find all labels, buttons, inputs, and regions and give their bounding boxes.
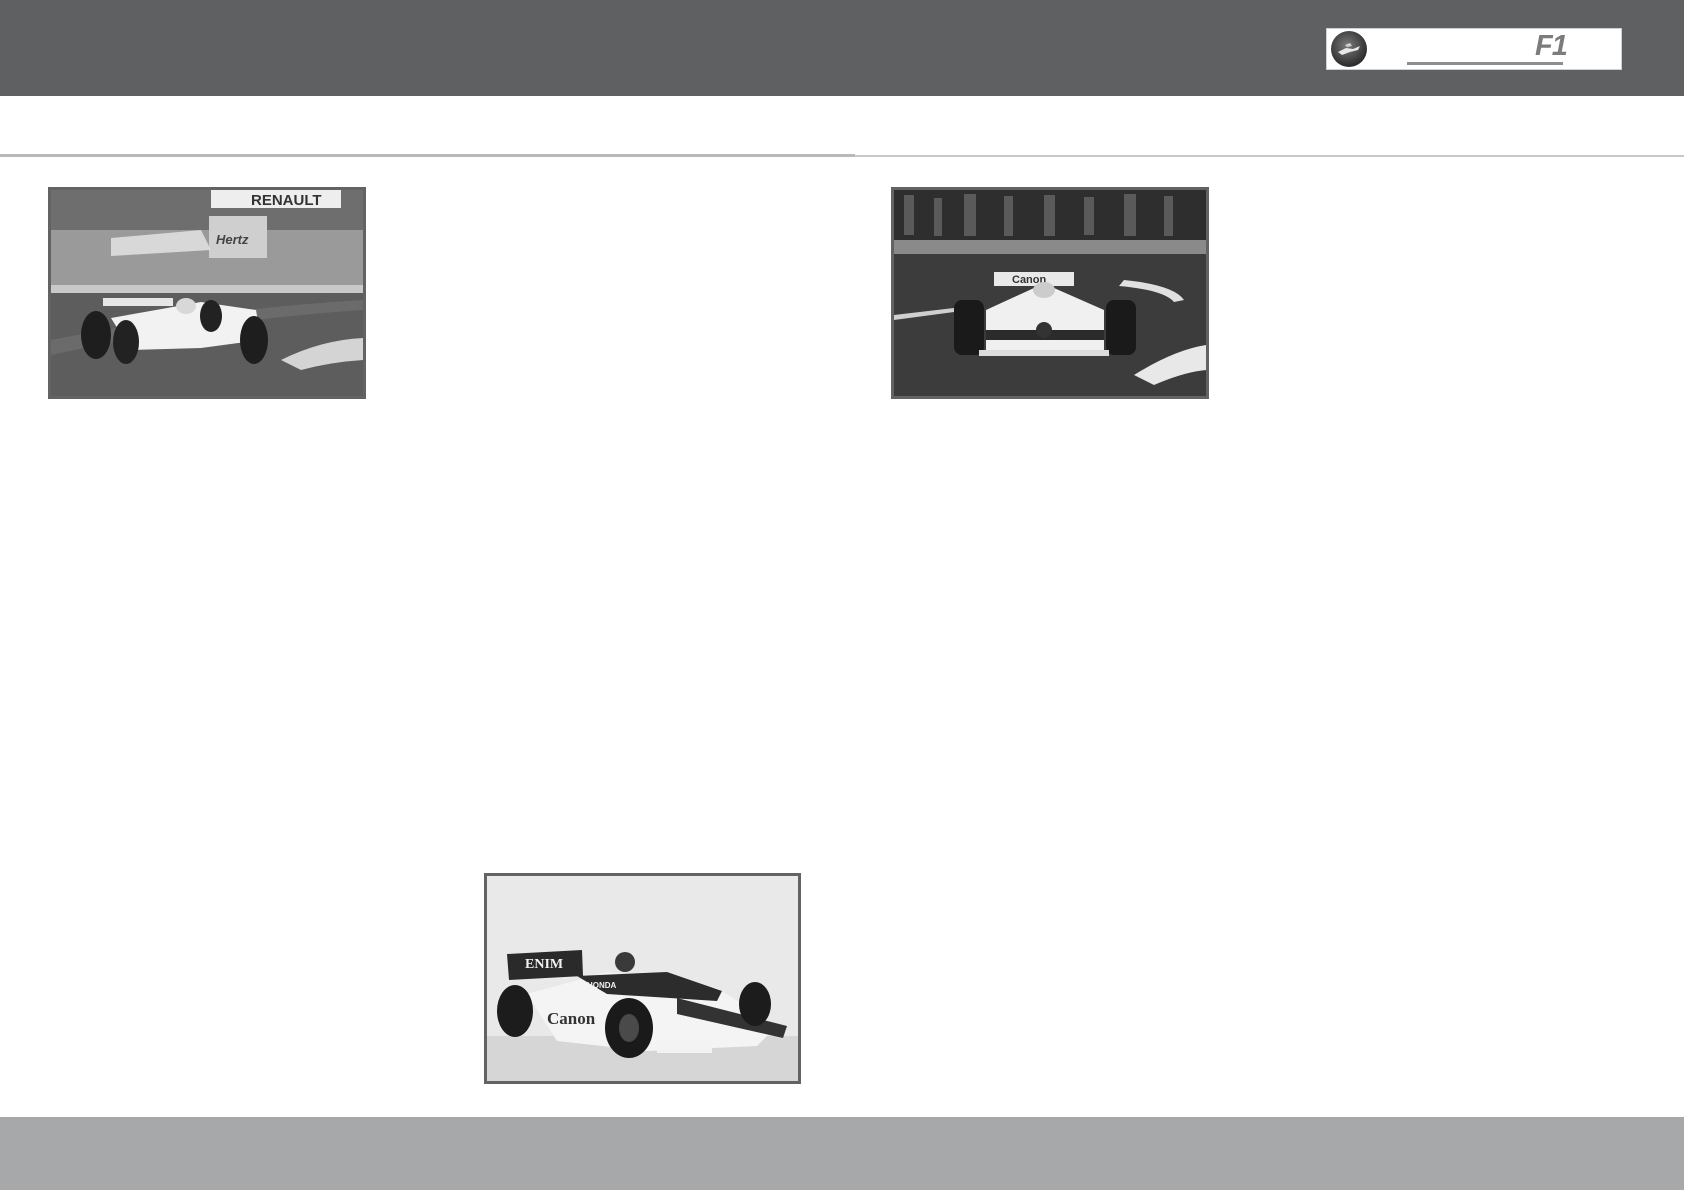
helmet-emblem-icon xyxy=(1331,31,1367,67)
page-footer xyxy=(0,1117,1684,1190)
svg-text:ENIM: ENIM xyxy=(525,957,563,972)
williams-fw07-photo: RENAULT Hertz xyxy=(48,187,366,399)
canon-sidepod-text: Canon xyxy=(547,1009,596,1028)
section-divider-left xyxy=(0,154,855,157)
honda-text: HONDA xyxy=(587,981,617,990)
hertz-sign-text: Hertz xyxy=(216,232,249,247)
williams-fw11-studio-photo: ENIM Canon HONDA xyxy=(484,873,801,1084)
page-header: F1 xyxy=(0,0,1684,96)
section-divider-right xyxy=(855,155,1684,157)
logo-text: F1 xyxy=(1535,30,1568,62)
williams-fw11-action-photo: Canon xyxy=(891,187,1209,399)
renault-sign-text: RENAULT xyxy=(251,192,322,209)
logo-underline xyxy=(1407,62,1563,65)
f1-logo: F1 xyxy=(1326,28,1622,70)
